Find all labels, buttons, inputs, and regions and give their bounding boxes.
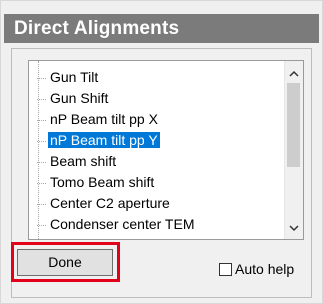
chevron-down-icon[interactable] xyxy=(285,219,303,239)
list-item-label: Center C2 aperture xyxy=(50,195,170,211)
list-scrollbar[interactable] xyxy=(284,61,303,239)
auto-help-toggle[interactable]: Auto help xyxy=(219,259,294,279)
list-item-label: Condenser center TEM xyxy=(50,216,195,232)
tree-stub xyxy=(37,77,46,79)
list-item-np-beam-tilt-pp-x[interactable]: nP Beam tilt pp X xyxy=(37,109,160,129)
auto-help-label: Auto help xyxy=(235,261,295,277)
list-item-label: nP Beam tilt pp X xyxy=(50,111,158,127)
scrollbar-thumb[interactable] xyxy=(287,83,300,167)
list-item-center-c2-aperture[interactable]: Center C2 aperture xyxy=(37,193,172,213)
list-item-beam-shift[interactable]: Beam shift xyxy=(37,151,118,171)
list-item-label: Gun Tilt xyxy=(50,69,99,85)
tree-stub xyxy=(37,224,46,226)
tree-stub xyxy=(37,119,46,121)
list-item-condenser-center-tem[interactable]: Condenser center TEM xyxy=(37,214,196,234)
tree-stub xyxy=(37,98,46,100)
list-item-label: nP Beam tilt pp Y xyxy=(48,132,160,148)
tree-stub xyxy=(37,140,46,142)
list-item-label: Tomo Beam shift xyxy=(50,174,155,190)
done-button[interactable]: Done xyxy=(17,249,113,276)
chevron-up-icon[interactable] xyxy=(285,65,303,85)
list-item-np-beam-tilt-pp-y[interactable]: nP Beam tilt pp Y xyxy=(37,130,160,150)
list-item-label: Gun Shift xyxy=(50,90,109,106)
tree-stub xyxy=(37,203,46,205)
list-item-label: Beam shift xyxy=(50,153,117,169)
panel-title: Direct Alignments xyxy=(4,14,319,43)
tree-stub xyxy=(37,161,46,163)
auto-help-checkbox[interactable] xyxy=(219,262,232,276)
list-item-gun-tilt[interactable]: Gun Tilt xyxy=(37,67,100,87)
tree-stub xyxy=(37,182,46,184)
list-item-gun-shift[interactable]: Gun Shift xyxy=(37,88,110,108)
list-item-tomo-beam-shift[interactable]: Tomo Beam shift xyxy=(37,172,156,192)
alignments-list[interactable]: Gun Tilt Gun Shift nP Beam tilt pp X nP … xyxy=(28,60,304,240)
direct-alignments-panel: Direct Alignments Gun Tilt Gun Shift nP … xyxy=(0,0,323,304)
